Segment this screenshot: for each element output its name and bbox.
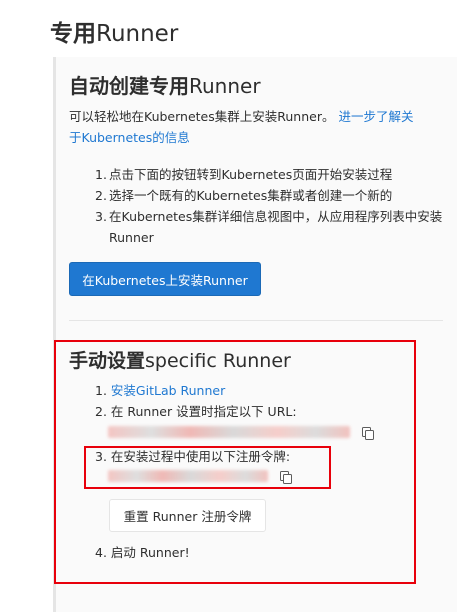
manual-section-title: 手动设置specific Runner	[69, 346, 291, 373]
learn-more-link-part2[interactable]: 于Kubernetes的信息	[69, 130, 190, 145]
manual-title-prefix: 手动设置	[69, 350, 146, 372]
auto-step-1: 1. 点击下面的按钮转到Kubernetes页面开始安装过程	[95, 164, 445, 185]
copy-icon[interactable]	[278, 469, 292, 484]
reset-runner-registration-token-button[interactable]: 重置 Runner 注册令牌	[109, 499, 266, 532]
manual-step-3: 3. 在安装过程中使用以下注册令牌:	[95, 449, 291, 464]
install-gitlab-runner-link[interactable]: 安装GitLab Runner	[111, 383, 225, 398]
auto-step-number: 1.	[95, 167, 107, 182]
copy-icon[interactable]	[360, 425, 374, 440]
section-divider	[69, 320, 443, 321]
manual-step-2: 2. 在 Runner 设置时指定以下 URL:	[95, 404, 297, 419]
auto-step-number: 2.	[95, 188, 107, 203]
redacted-url-value	[108, 426, 350, 438]
manual-title-latin: specific Runner	[145, 350, 291, 372]
auto-step-text: 点击下面的按钮转到Kubernetes页面开始安装过程	[109, 167, 393, 182]
learn-more-link-part1[interactable]: 进一步了解关	[338, 109, 413, 124]
page-title: 专用Runner	[50, 14, 178, 48]
auto-step-2: 2. 选择一个既有的Kubernetes集群或者创建一个新的	[95, 185, 445, 206]
manual-step-4: 4. 启动 Runner!	[95, 545, 190, 560]
auto-section-title: 自动创建专用Runner	[69, 70, 261, 99]
auto-step-number: 3.	[95, 209, 107, 224]
auto-description-text: 可以轻松地在Kubernetes集群上安装Runner。	[69, 109, 335, 124]
auto-step-text: 选择一个既有的Kubernetes集群或者创建一个新的	[109, 188, 393, 203]
auto-steps-list: 1. 点击下面的按钮转到Kubernetes页面开始安装过程 2. 选择一个既有的K…	[95, 164, 445, 248]
auto-title-prefix: 自动创建专用	[69, 74, 189, 98]
auto-title-latin: Runner	[189, 74, 261, 98]
auto-step-3: 3. 在Kubernetes集群详细信息视图中，从应用程序列表中安装Runner	[95, 206, 445, 248]
redacted-registration-token	[108, 470, 268, 482]
page-title-latin: Runner	[96, 21, 179, 47]
manual-step-1: 1. 安装GitLab Runner	[95, 381, 225, 401]
auto-description: 可以轻松地在Kubernetes集群上安装Runner。 进一步了解关于Kube…	[69, 106, 447, 148]
manual-step-number: 1.	[95, 383, 107, 398]
install-runner-on-kubernetes-button[interactable]: 在Kubernetes上安装Runner	[69, 262, 261, 296]
page-title-prefix: 专用	[50, 21, 96, 47]
auto-step-text: 在Kubernetes集群详细信息视图中，从应用程序列表中安装Runner	[109, 209, 443, 245]
